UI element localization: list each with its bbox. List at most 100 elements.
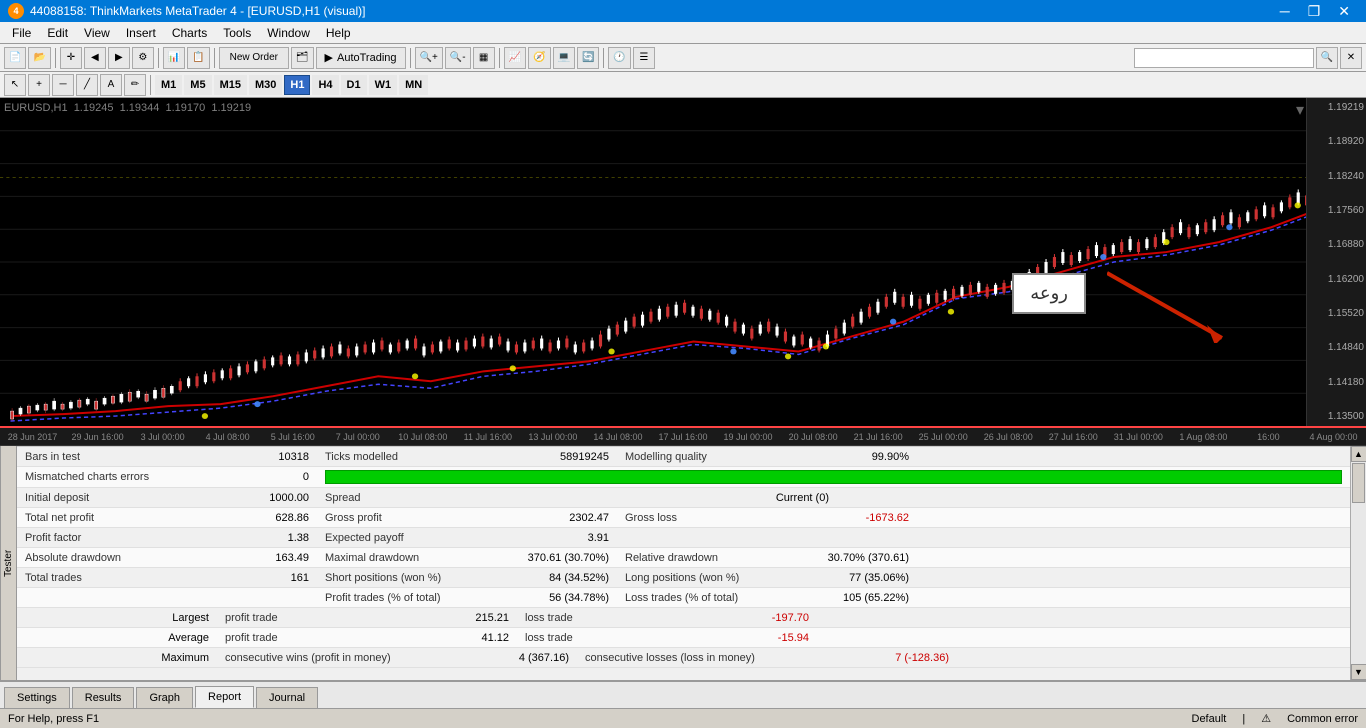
tf-m1[interactable]: M1 — [155, 75, 182, 95]
price-4: 1.17560 — [1309, 205, 1364, 216]
time-5: 5 Jul 16:00 — [260, 432, 325, 442]
annotation-arrow — [1107, 263, 1227, 343]
consec-wins-label: consecutive wins (profit in money) — [217, 648, 477, 667]
menu-insert[interactable]: Insert — [118, 24, 164, 42]
gross-loss-value: -1673.62 — [797, 508, 917, 527]
cursor-button[interactable]: ↖ — [4, 74, 26, 96]
scroll-left-button[interactable]: ◀ — [84, 47, 106, 69]
draw-tool-button[interactable]: ✏ — [124, 74, 146, 96]
tf-mn[interactable]: MN — [399, 75, 428, 95]
loss-trades-label: Loss trades (% of total) — [617, 588, 797, 607]
chart-type-button[interactable]: ▦ — [473, 47, 495, 69]
navigator-button[interactable]: 🧭 — [528, 47, 550, 69]
long-pos-value: 77 (35.06%) — [797, 568, 917, 587]
search-input[interactable] — [1134, 48, 1314, 68]
tf-m5[interactable]: M5 — [184, 75, 211, 95]
tf-h1[interactable]: H1 — [284, 75, 310, 95]
new-chart-button[interactable]: 📄 — [4, 47, 26, 69]
title-bar-controls[interactable]: ─ ❐ ✕ — [1272, 0, 1358, 22]
time-15: 25 Jul 00:00 — [911, 432, 976, 442]
mq-value: 99.90% — [797, 447, 917, 466]
expected-payoff-label: Expected payoff — [317, 528, 517, 547]
scrollbar-track[interactable] — [1351, 462, 1366, 664]
time-21: 4 Aug 00:00 — [1301, 432, 1366, 442]
options-button[interactable]: ☰ — [633, 47, 655, 69]
avg-loss-value: -15.94 — [697, 628, 817, 647]
templates-button[interactable]: 📋 — [187, 47, 209, 69]
tab-results[interactable]: Results — [72, 687, 135, 708]
avg-loss-label: loss trade — [517, 628, 697, 647]
total-trades-label: Total trades — [17, 568, 217, 587]
tab-journal[interactable]: Journal — [256, 687, 318, 708]
restore-button[interactable]: ❐ — [1300, 0, 1329, 22]
menu-view[interactable]: View — [76, 24, 118, 42]
spread-value: Current (0) — [717, 488, 837, 507]
time-4: 4 Jul 08:00 — [195, 432, 260, 442]
long-pos-label: Long positions (won %) — [617, 568, 797, 587]
tf-d1[interactable]: D1 — [341, 75, 367, 95]
horizontal-line-button[interactable]: ─ — [52, 74, 74, 96]
time-7: 10 Jul 08:00 — [390, 432, 455, 442]
text-button[interactable]: A — [100, 74, 122, 96]
close-search-button[interactable]: ✕ — [1340, 47, 1362, 69]
time-14: 21 Jul 16:00 — [846, 432, 911, 442]
scroll-right-button[interactable]: ▶ — [108, 47, 130, 69]
search-button[interactable]: 🔍 — [1316, 47, 1338, 69]
menu-edit[interactable]: Edit — [39, 24, 76, 42]
autotrading-icon: ▶ — [325, 51, 333, 64]
strategy-tester-button[interactable]: 🔄 — [577, 47, 599, 69]
tf-h4[interactable]: H4 — [312, 75, 338, 95]
tab-report[interactable]: Report — [195, 686, 254, 708]
stats-row-profit-loss: Profit trades (% of total) 56 (34.78%) L… — [17, 588, 1350, 608]
profit-factor-label: Profit factor — [17, 528, 217, 547]
consec-losses-value: 7 (-128.36) — [837, 648, 957, 667]
menu-file[interactable]: File — [4, 24, 39, 42]
properties-button[interactable]: ⚙ — [132, 47, 154, 69]
scrollbar-thumb[interactable] — [1352, 463, 1365, 503]
chart-area[interactable]: EURUSD,H1 1.19245 1.19344 1.19170 1.1921… — [0, 98, 1366, 428]
open-button[interactable]: 📂 — [28, 47, 50, 69]
main-area: EURUSD,H1 1.19245 1.19344 1.19170 1.1921… — [0, 98, 1366, 708]
bars-value: 10318 — [217, 447, 317, 466]
terminal-button[interactable]: 💻 — [553, 47, 575, 69]
new-order-button[interactable]: New Order — [219, 47, 289, 69]
sep7 — [150, 75, 151, 95]
maximum-label: Maximum — [17, 648, 217, 667]
separator: | — [1242, 713, 1245, 725]
tf-m15[interactable]: M15 — [214, 75, 247, 95]
tab-settings[interactable]: Settings — [4, 687, 70, 708]
price-10: 1.13500 — [1309, 411, 1364, 422]
consec-losses-label: consecutive losses (loss in money) — [577, 648, 837, 667]
stats-row-bars: Bars in test 10318 Ticks modelled 589192… — [17, 447, 1350, 467]
consec-wins-value: 4 (367.16) — [477, 648, 577, 667]
scrollbar[interactable]: ▲ ▼ — [1350, 446, 1366, 680]
market-watch-button[interactable]: 📈 — [504, 47, 526, 69]
indicators-button[interactable]: 📊 — [163, 47, 185, 69]
stats-row-drawdown: Absolute drawdown 163.49 Maximal drawdow… — [17, 548, 1350, 568]
history-center-button[interactable]: 🗂 — [291, 47, 314, 69]
window-title: 44088158: ThinkMarkets MetaTrader 4 - [E… — [30, 4, 365, 18]
tester-label[interactable]: Tester — [0, 446, 16, 680]
tf-w1[interactable]: W1 — [369, 75, 398, 95]
tab-graph[interactable]: Graph — [136, 687, 193, 708]
scroll-up-button[interactable]: ▲ — [1351, 446, 1366, 462]
close-button[interactable]: ✕ — [1330, 0, 1358, 22]
stats-row-consecutive: Maximum consecutive wins (profit in mone… — [17, 648, 1350, 668]
autotrading-button[interactable]: ▶ AutoTrading — [316, 47, 406, 69]
menu-help[interactable]: Help — [318, 24, 359, 42]
avg-profit-label: profit trade — [217, 628, 417, 647]
zoom-out-button[interactable]: 🔍- — [445, 47, 471, 69]
crosshair-button[interactable]: ✛ — [60, 47, 82, 69]
tf-m30[interactable]: M30 — [249, 75, 282, 95]
spread-label: Spread — [317, 488, 717, 507]
clock-button[interactable]: 🕐 — [608, 47, 630, 69]
scroll-down-button[interactable]: ▼ — [1351, 664, 1366, 680]
crosshair2-button[interactable]: + — [28, 74, 50, 96]
minimize-button[interactable]: ─ — [1272, 0, 1298, 22]
menu-tools[interactable]: Tools — [215, 24, 259, 42]
common-error-text: Common error — [1287, 713, 1358, 725]
zoom-in-button[interactable]: 🔍+ — [415, 47, 443, 69]
menu-charts[interactable]: Charts — [164, 24, 215, 42]
menu-window[interactable]: Window — [259, 24, 318, 42]
trend-line-button[interactable]: ╱ — [76, 74, 98, 96]
